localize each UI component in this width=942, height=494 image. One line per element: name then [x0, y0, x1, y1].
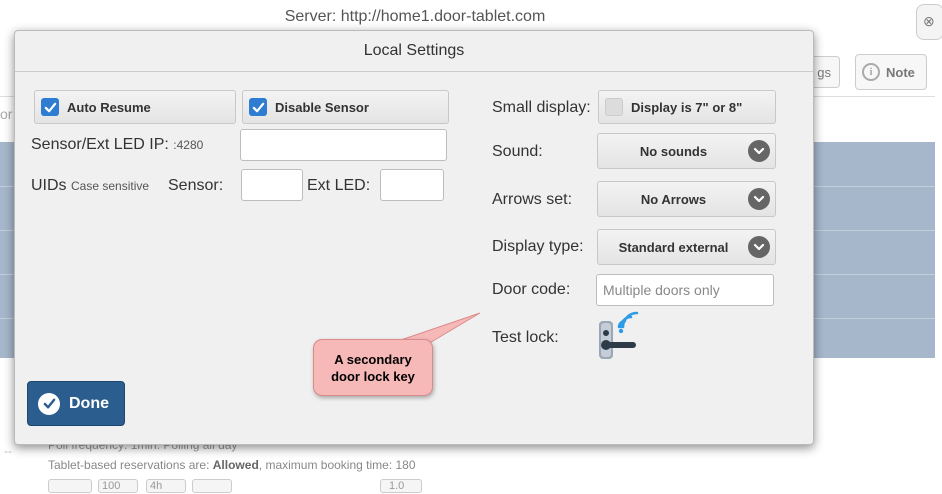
chevron-down-icon: [748, 140, 770, 162]
check-icon: [38, 392, 60, 415]
top-right-button[interactable]: ⊗: [916, 4, 942, 40]
arrows-set-select[interactable]: No Arrows: [597, 181, 776, 217]
sound-select[interactable]: No sounds: [597, 133, 776, 169]
sensor-uid-label: Sensor:: [168, 177, 224, 194]
display-type-value: Standard external: [618, 239, 729, 255]
display-type-select[interactable]: Standard external: [597, 229, 776, 265]
sound-label: Sound:: [492, 143, 543, 160]
chevron-down-icon: [748, 236, 770, 258]
door-code-label: Door code:: [492, 281, 571, 298]
done-button-label: Done: [69, 394, 109, 412]
callout-annotation: A secondary door lock key: [313, 339, 433, 396]
background-dash: --: [4, 444, 12, 458]
check-icon: [41, 98, 59, 116]
checkbox-box: [605, 98, 623, 116]
small-display-option-label: Display is 7" or 8": [631, 99, 743, 115]
done-button[interactable]: Done: [27, 381, 125, 426]
callout-line-2: door lock key: [331, 368, 415, 384]
disable-sensor-checkbox[interactable]: Disable Sensor: [242, 90, 449, 124]
mini-toggle[interactable]: [48, 479, 92, 493]
sensor-ip-label: Sensor/Ext LED IP: :4280: [31, 136, 204, 153]
door-code-field[interactable]: [596, 274, 774, 306]
sensor-ip-field[interactable]: [240, 129, 447, 161]
reservations-text: Tablet-based reservations are: Allowed, …: [48, 458, 416, 472]
uids-label: UIDs Case sensitive: [31, 177, 150, 194]
server-title: Server: http://home1.door-tablet.com: [284, 8, 546, 25]
ext-led-field[interactable]: [380, 169, 444, 201]
info-icon: i: [862, 63, 880, 81]
disable-sensor-label: Disable Sensor: [275, 99, 369, 115]
display-type-label: Display type:: [492, 238, 584, 255]
chevron-down-icon: [748, 188, 770, 210]
test-lock-label: Test lock:: [492, 329, 559, 346]
small-display-label: Small display:: [492, 99, 591, 116]
note-button-label: Note: [886, 64, 915, 80]
background-stub-text: or: [0, 106, 13, 122]
mini-field[interactable]: [192, 479, 232, 493]
arrows-select-value: No Arrows: [640, 191, 707, 207]
callout-line-1: A secondary: [334, 351, 412, 367]
sensor-uid-field[interactable]: [241, 169, 303, 201]
arrows-set-label: Arrows set:: [492, 191, 573, 208]
note-button[interactable]: i Note: [855, 54, 927, 90]
ext-led-label: Ext LED:: [307, 177, 371, 194]
mini-field[interactable]: 1.0: [380, 479, 422, 493]
mini-field[interactable]: 100: [98, 479, 138, 493]
close-icon: ⊗: [923, 13, 935, 29]
mini-field[interactable]: 4h: [146, 479, 186, 493]
dialog-title: Local Settings: [15, 31, 813, 72]
check-icon: [249, 98, 267, 116]
auto-resume-checkbox[interactable]: Auto Resume: [34, 90, 236, 124]
small-display-checkbox[interactable]: Display is 7" or 8": [598, 90, 776, 124]
wireless-lock-icon[interactable]: [595, 311, 641, 361]
sound-select-value: No sounds: [639, 143, 708, 159]
auto-resume-label: Auto Resume: [67, 99, 151, 115]
